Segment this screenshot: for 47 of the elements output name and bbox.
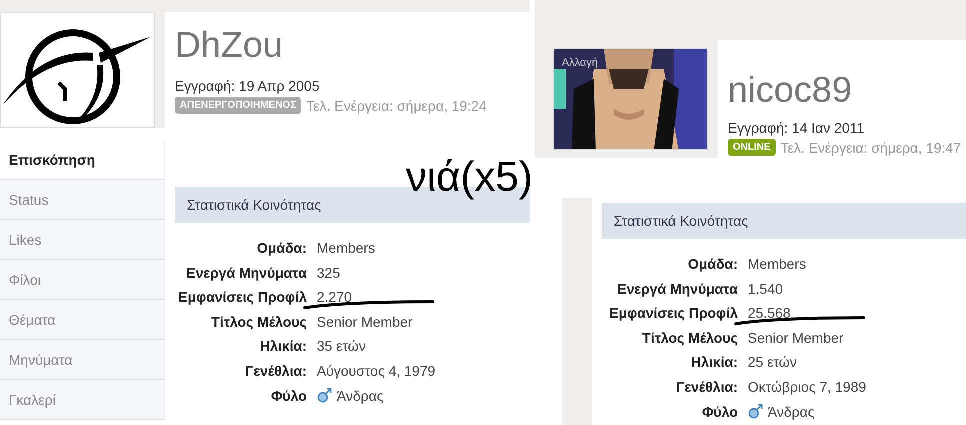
username: DhZou bbox=[175, 25, 284, 65]
field-value: Senior Member bbox=[748, 328, 844, 348]
field-label: Φύλο bbox=[701, 402, 738, 422]
username: nicoc89 bbox=[728, 70, 854, 110]
field-value: Άνδρας bbox=[768, 402, 815, 422]
status-badge: ONLINE bbox=[728, 139, 776, 156]
sidebar-tab[interactable]: Επισκόπηση bbox=[0, 140, 165, 180]
sidebar-tab[interactable]: Likes bbox=[0, 220, 165, 260]
field-value: 35 ετών bbox=[317, 337, 366, 356]
field-value: 25 ετών bbox=[748, 353, 797, 372]
sidebar-tab[interactable]: Γκαλερί bbox=[0, 380, 165, 420]
field-label: Ενεργά Μηνύματα bbox=[186, 264, 307, 283]
sidebar-tab[interactable]: Θέματα bbox=[0, 300, 165, 340]
field-label: Ενεργά Μηνύματα bbox=[616, 280, 738, 299]
field-label: Ηλικία: bbox=[690, 353, 738, 372]
join-date: Εγγραφή: 14 Ιαν 2011 bbox=[728, 119, 866, 137]
field-label: Εμφανίσεις Προφίλ bbox=[608, 304, 738, 324]
field-label: Εμφανίσεις Προφίλ bbox=[178, 288, 307, 308]
field-value: Αύγουστος 4, 1979 bbox=[317, 362, 436, 381]
last-activity: Τελ. Ενέργεια: σήμερα, 19:47 bbox=[780, 140, 962, 156]
field-label: Τίτλος Μέλους bbox=[210, 312, 307, 332]
field-label: Φύλο bbox=[270, 386, 307, 406]
sidebar-tab[interactable]: Status bbox=[0, 180, 165, 220]
field-value: 2.270 bbox=[317, 288, 352, 308]
field-value: Members bbox=[317, 239, 376, 258]
field-value: Άνδρας bbox=[337, 386, 384, 406]
section-header: Στατιστικά Κοινότητας bbox=[602, 203, 966, 239]
field-value: Οκτώβριος 7, 1989 bbox=[748, 378, 866, 397]
field-value: 25.568 bbox=[748, 304, 791, 324]
field-value: 1.540 bbox=[748, 280, 784, 299]
field-label: Τίτλος Μέλους bbox=[641, 328, 738, 348]
field-label: Ηλικία: bbox=[259, 337, 307, 356]
sidebar-tab[interactable]: Μηνύματα bbox=[0, 340, 165, 380]
field-value: Senior Member bbox=[317, 312, 413, 332]
field-label: Ομάδα: bbox=[256, 239, 307, 258]
field-value: Members bbox=[748, 255, 806, 274]
change-avatar-label[interactable]: Αλλαγή bbox=[562, 57, 598, 69]
field-value: 325 bbox=[317, 264, 340, 283]
status-badge: ΑΠΕΝΕΡΓΟΠΟΙΗΜΕΝΟΣ bbox=[175, 97, 302, 114]
male-icon bbox=[748, 404, 764, 420]
field-label: Γενέθλια: bbox=[675, 378, 738, 397]
sidebar-tab[interactable]: Φίλοι bbox=[0, 260, 165, 300]
field-label: Ομάδα: bbox=[687, 255, 738, 274]
male-icon bbox=[317, 388, 333, 404]
field-label: Γενέθλια: bbox=[244, 362, 307, 381]
join-date: Εγγραφή: 19 Απρ 2005 bbox=[175, 77, 321, 95]
last-activity: Τελ. Ενέργεια: σήμερα, 19:24 bbox=[306, 98, 487, 114]
